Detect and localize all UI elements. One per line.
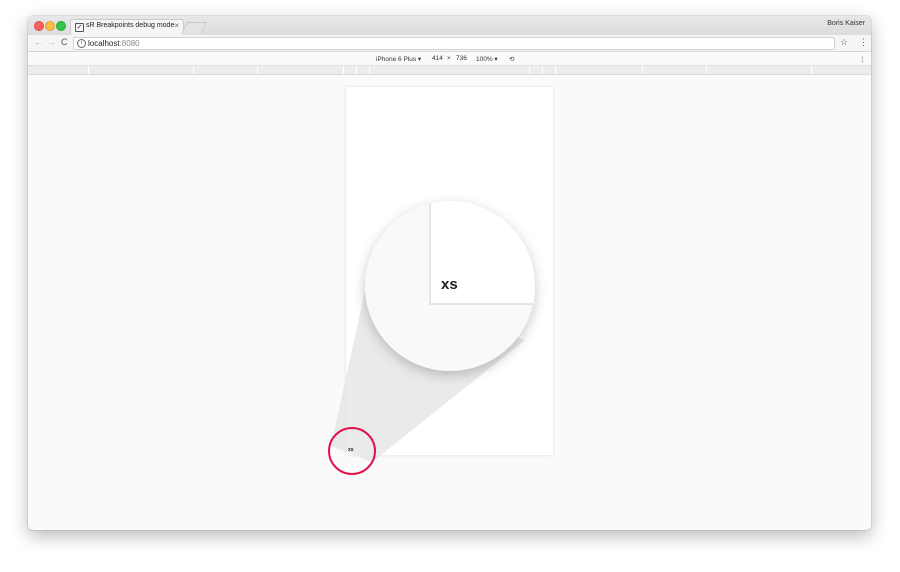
breakpoint-label: xs (348, 447, 354, 453)
breakpoint-label-zoomed: xs (441, 276, 458, 293)
